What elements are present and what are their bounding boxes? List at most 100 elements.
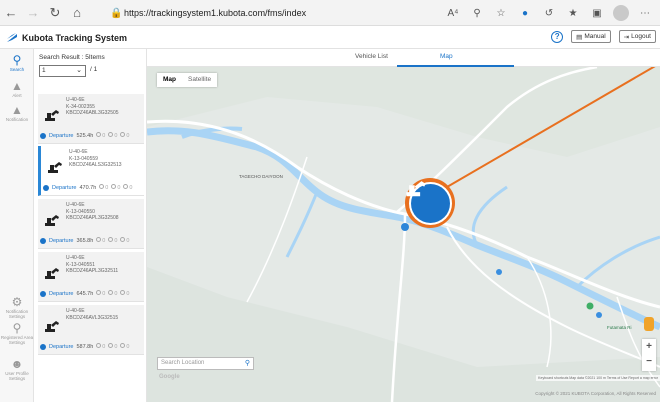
- status-icon: [43, 184, 49, 191]
- rail-label: Notification: [5, 117, 29, 122]
- rail-label: Search: [9, 67, 25, 72]
- circle-icon: [108, 343, 114, 348]
- reload-icon[interactable]: ↻: [44, 2, 66, 24]
- vehicle-status: Departure: [49, 237, 74, 244]
- vehicle-card[interactable]: U-40-6E K-13-040550 KBCDZ46APL3G32508 De…: [38, 199, 144, 249]
- google-logo: Google: [159, 374, 180, 380]
- circle-icon: [120, 237, 126, 242]
- map-type-control: Map Satellite: [157, 73, 218, 87]
- forward-icon[interactable]: →: [22, 2, 44, 24]
- user-icon: ☻: [10, 357, 24, 371]
- rail-label: Alert: [12, 93, 22, 98]
- map-place-label: Futamata Ri: [607, 325, 632, 330]
- tab-vehicle-list[interactable]: Vehicle List: [355, 53, 388, 60]
- vehicle-card-selected[interactable]: U-40-6E K-13-040559 KBCDZ46ALS3G32513 De…: [38, 146, 144, 196]
- excavator-icon: [45, 215, 59, 226]
- page-select-value: 1: [42, 67, 46, 74]
- map-view[interactable]: Map Satellite TAGECHO DAIYOON Futamata R…: [147, 67, 660, 402]
- search-result-count: Search Result : 5Items: [39, 54, 105, 61]
- vehicle-list-panel: Search Result : 5Items 1 ⌄ / 1 U-40-6E K…: [34, 49, 147, 402]
- vehicle-serial: KBCDZ46APL3G32508: [66, 215, 119, 221]
- zoom-in-button[interactable]: +: [642, 339, 656, 354]
- circle-icon: [120, 290, 126, 295]
- count-a: 0: [96, 237, 105, 244]
- logout-button[interactable]: ⇥ Logout: [618, 30, 656, 43]
- map-canvas: [147, 67, 660, 402]
- browser-toolbar: ← → ↻ ⌂ 🔒 https://trackingsystem1.kubota…: [0, 0, 660, 26]
- more-icon[interactable]: ⋯: [634, 3, 656, 23]
- vehicle-card[interactable]: U-40-6E KBCDZ46AVL3G32515 Departure 587.…: [38, 305, 144, 355]
- zoom-icon[interactable]: ⚲: [466, 3, 488, 23]
- vehicle-hours: 365.8h: [76, 237, 94, 244]
- vehicle-card[interactable]: U-40-6E K-34-002355 KBCDZ46ABL3G32505 De…: [38, 94, 144, 144]
- rail-item-notification[interactable]: ▲ Notification: [0, 103, 34, 122]
- vehicle-hours: 645.7h: [76, 290, 94, 297]
- rail-item-alert[interactable]: ▲ Alert: [0, 79, 34, 98]
- copyright-text: Copyright © 2021 KUBOTA Corporation, All…: [535, 391, 656, 396]
- vehicle-marker[interactable]: [405, 178, 455, 228]
- tab-map[interactable]: Map: [440, 53, 453, 60]
- circle-icon: [111, 184, 117, 189]
- search-location-input[interactable]: Search Location ⚲: [157, 357, 254, 370]
- back-icon[interactable]: ←: [0, 2, 22, 24]
- vehicle-card[interactable]: U-40-6E K-13-040551 KBCDZ46APL3G32511 De…: [38, 252, 144, 302]
- lock-icon: 🔒: [110, 7, 123, 19]
- home-icon[interactable]: ⌂: [66, 2, 88, 24]
- help-icon[interactable]: ?: [551, 30, 564, 43]
- rail-item-notification-settings[interactable]: ⚙ Notification Settings: [0, 295, 34, 319]
- collections-icon[interactable]: ▣: [586, 3, 608, 23]
- vehicle-meta: Departure 645.7h 0 0 0: [40, 290, 129, 297]
- circle-icon: [96, 343, 102, 348]
- rail-item-user-profile[interactable]: ☻ User Profile Settings: [0, 357, 34, 381]
- count-a: 0: [96, 132, 105, 139]
- count-c: 0: [123, 184, 132, 191]
- circle-icon: [99, 184, 105, 189]
- manual-button[interactable]: ▤ Manual: [571, 30, 611, 43]
- map-type-satellite[interactable]: Satellite: [182, 73, 217, 87]
- map-type-map[interactable]: Map: [157, 73, 182, 87]
- street-view-icon[interactable]: [644, 317, 654, 331]
- kubota-logo-icon: [7, 32, 17, 42]
- vehicle-serial: KBCDZ46AVL3G32515: [66, 314, 119, 321]
- count-b: 0: [108, 290, 117, 297]
- circle-icon: [108, 132, 114, 137]
- star-icon[interactable]: ☆: [490, 3, 512, 23]
- view-tabs: Vehicle List Map: [147, 49, 660, 67]
- gear-icon: ⚙: [11, 295, 23, 309]
- extension-icon[interactable]: ●: [514, 3, 536, 23]
- status-icon: [40, 237, 46, 244]
- logout-label: Logout: [631, 33, 651, 40]
- favorites-icon[interactable]: ★: [562, 3, 584, 23]
- count-c: 0: [120, 132, 129, 139]
- rail-item-registered-area[interactable]: ⚲ Registered Area Settings: [0, 321, 34, 345]
- brand-logo: Kubota Tracking System: [6, 32, 128, 43]
- search-icon: ⚲: [12, 53, 22, 67]
- circle-icon: [120, 343, 126, 348]
- read-aloud-icon[interactable]: A⁴: [442, 3, 464, 23]
- page-select[interactable]: 1 ⌄: [39, 65, 86, 77]
- url-text: https://trackingsystem1.kubota.com/fms/i…: [124, 8, 307, 18]
- vehicle-meta: Departure 525.4h 0 0 0: [40, 132, 129, 139]
- map-place-label: TAGECHO DAIYOON: [239, 174, 283, 179]
- refresh-icon[interactable]: ↺: [538, 3, 560, 23]
- vehicle-info: U-40-6E K-13-040551 KBCDZ46APL3G32511: [66, 255, 118, 275]
- search-location-placeholder: Search Location: [161, 360, 205, 366]
- count-c: 0: [120, 343, 129, 350]
- circle-icon: [108, 290, 114, 295]
- rail-item-search[interactable]: ⚲ Search: [0, 53, 34, 72]
- zoom-out-button[interactable]: −: [642, 354, 656, 369]
- circle-icon: [96, 237, 102, 242]
- circle-icon: [108, 237, 114, 242]
- profile-avatar[interactable]: [613, 5, 629, 21]
- search-icon[interactable]: ⚲: [245, 358, 250, 369]
- chevron-down-icon: ⌄: [76, 67, 82, 74]
- vehicle-meta: Departure 365.8h 0 0 0: [40, 237, 129, 244]
- excavator-icon: [45, 321, 59, 332]
- sidebar-rail: ⚲ Search ▲ Alert ▲ Notification ⚙ Notifi…: [0, 49, 34, 402]
- vehicle-meta: Departure 470.7h 0 0 0: [43, 184, 132, 191]
- brand-name: Kubota Tracking System: [22, 32, 128, 43]
- map-attribution: Keyboard shortcuts Map data ©2021 100 m …: [536, 375, 660, 381]
- vehicle-serial: KBCDZ46ABL3G32505: [66, 110, 119, 116]
- address-bar[interactable]: 🔒 https://trackingsystem1.kubota.com/fms…: [110, 4, 450, 22]
- vehicle-info: U-40-6E K-34-002355 KBCDZ46ABL3G32505: [66, 97, 119, 117]
